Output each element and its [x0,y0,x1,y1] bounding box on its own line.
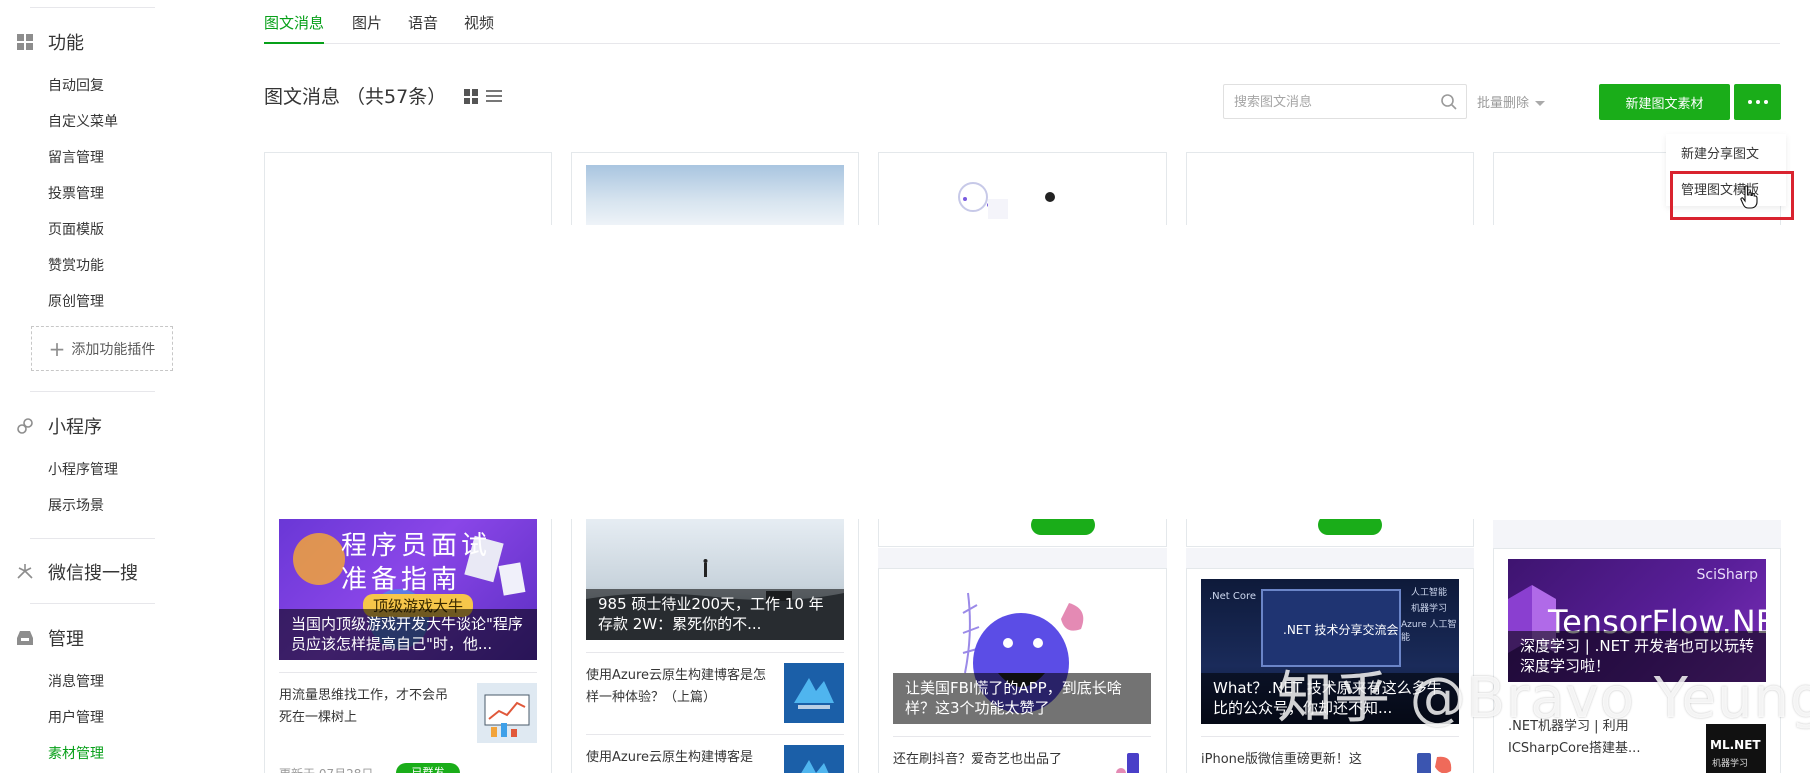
sub-article-row[interactable]: 使用Azure云原生构建博客是 [586,734,844,773]
sidebar-item-comments[interactable]: 留言管理 [48,147,104,167]
sidebar-divider [30,391,155,392]
sub-article-title: 还在刷抖音？爱奇艺也出品了 [893,752,1063,767]
search-box [1223,84,1467,119]
loading-overlay [266,225,1793,519]
sidebar-section-label: 小程序 [48,417,102,438]
sub-article-title: 用流量思维找工作，才不会吊死在一棵树上 [279,688,449,725]
watermark: 知乎 @Bravo Yeung [1277,666,1810,731]
sub-article-title: 使用Azure云原生构建博客是怎样一种体验？（上篇） [586,668,767,705]
article-title: 985 硕士待业200天，工作 10 年存款 2W：累死你的不... [586,589,844,640]
sidebar-divider [30,538,155,539]
caret-down-icon [1535,101,1546,106]
sidebar: 功能 自动回复 自定义菜单 留言管理 投票管理 页面模版 赞赏功能 原创管理 +… [0,0,180,773]
sidebar-item-page-templates[interactable]: 页面模版 [48,219,104,239]
sidebar-item-custom-menu[interactable]: 自定义菜单 [48,111,118,131]
sub-article-title: 使用Azure云原生构建博客是 [586,750,754,765]
content-tabs: 图文消息 图片 语音 视频 [264,0,1780,44]
tab-voice[interactable]: 语音 [408,12,438,42]
inbox-icon [14,627,36,649]
poster-list-item: 机器学习 [1411,604,1448,614]
sidebar-item-votes[interactable]: 投票管理 [48,183,104,203]
sidebar-section-label: 功能 [48,33,84,54]
card-gap [878,548,1167,568]
page-title: 图文消息 （共57条） [264,86,447,108]
article-title: 让美国FBI慌了的APP，到底长啥样？这3个功能太赞了 [893,673,1151,724]
sidebar-section-wechat-search[interactable]: 微信搜一搜 [14,559,138,585]
poster-tag: .Net Core [1209,591,1257,602]
article-card[interactable]: 让美国FBI慌了的APP，到底长啥样？这3个功能太赞了 还在刷抖音？爱奇艺也出品… [878,568,1167,773]
sidebar-section-functions[interactable]: 功能 [14,29,84,55]
grid-icon [14,31,36,53]
sub-article-thumbnail [784,745,844,773]
sub-article-thumbnail [1111,747,1151,773]
sidebar-section-label: 微信搜一搜 [48,563,138,584]
search-icon[interactable] [1440,93,1458,111]
poster-subtitle: 准备指南 [341,565,462,595]
poster-tag: SciSharp [1696,567,1758,583]
sub-article-title: iPhone版微信重磅更新！这 [1201,752,1362,767]
more-button[interactable] [1734,84,1781,120]
hand-cursor-icon [1740,185,1758,209]
sidebar-item-display-scenes[interactable]: 展示场景 [48,495,104,515]
poster-list-item: 人工智能 [1411,588,1448,598]
poster-list-item: Azure 人工智能 [1401,620,1457,643]
card-gap [1493,520,1781,548]
article-cover-image[interactable]: 程序员面试 准备指南 顶级游戏大牛 当国内顶级游戏开发大牛谈论"程序员应该怎样提… [279,519,537,660]
sub-article-row[interactable]: 还在刷抖音？爱奇艺也出品了 [893,736,1151,773]
sidebar-section-manage[interactable]: 管理 [14,625,84,651]
sidebar-divider [30,7,155,8]
sub-article-row[interactable]: 用流量思维找工作，才不会吊死在一棵树上 [279,672,537,762]
article-title: 当国内顶级游戏开发大牛谈论"程序员应该怎样提高自己"时，他... [279,609,537,660]
tab-images[interactable]: 图片 [352,12,382,42]
menu-item-new-share-article[interactable]: 新建分享图文 [1666,134,1786,170]
search-input[interactable] [1234,94,1434,109]
sidebar-section-miniprogram[interactable]: 小程序 [14,413,102,439]
more-dots-icon [1747,100,1752,104]
add-plugin-button[interactable]: + 添加功能插件 [31,326,173,371]
sub-article-thumbnail [477,683,537,743]
sub-article-thumbnail [1409,747,1459,773]
sidebar-item-users[interactable]: 用户管理 [48,707,104,727]
card-gap [1186,548,1474,568]
new-article-button[interactable]: 新建图文素材 [1599,84,1730,120]
grid-view-icon[interactable] [464,89,479,104]
thumb-title: ML.NET [1710,738,1761,752]
add-plugin-label: 添加功能插件 [71,341,156,358]
sparkle-icon [14,561,36,583]
sidebar-item-miniprogram-manage[interactable]: 小程序管理 [48,459,118,479]
poster-title: 程序员面试 [341,531,492,561]
sidebar-item-messages[interactable]: 消息管理 [48,671,104,691]
sidebar-item-original[interactable]: 原创管理 [48,291,104,311]
thumb-subtitle: 机器学习 [1712,759,1749,769]
sidebar-divider [30,603,155,604]
poster-title: .NET 技术分享交流会 [1283,623,1399,637]
sidebar-item-rewards[interactable]: 赞赏功能 [48,255,104,275]
batch-delete-dropdown[interactable]: 批量删除 [1477,92,1546,111]
article-updated-time: 更新于 07月28日 [279,765,373,773]
sub-article-thumbnail [784,663,844,723]
sidebar-item-auto-reply[interactable]: 自动回复 [48,75,104,95]
sub-article-row[interactable]: iPhone版微信重磅更新！这 [1201,736,1459,773]
article-cover-image[interactable]: 让美国FBI慌了的APP，到底长啥样？这3个功能太赞了 [893,583,1151,724]
tab-video[interactable]: 视频 [464,12,494,42]
link-icon [14,415,36,437]
article-cover-image-top [586,165,844,225]
list-view-icon[interactable] [486,89,502,104]
sub-article-row[interactable]: 使用Azure云原生构建博客是怎样一种体验？（上篇） [586,652,844,734]
highlight-box [1670,171,1794,220]
status-badge: 已群发 [396,763,460,773]
plus-icon: + [48,336,66,361]
tab-articles[interactable]: 图文消息 [264,12,325,44]
sidebar-section-label: 管理 [48,629,84,650]
article-cover-image-top [893,165,1151,225]
batch-delete-label: 批量删除 [1477,96,1530,111]
article-cover-image[interactable]: 985 硕士待业200天，工作 10 年存款 2W：累死你的不... [586,519,844,640]
sidebar-item-materials[interactable]: 素材管理 [48,743,104,763]
